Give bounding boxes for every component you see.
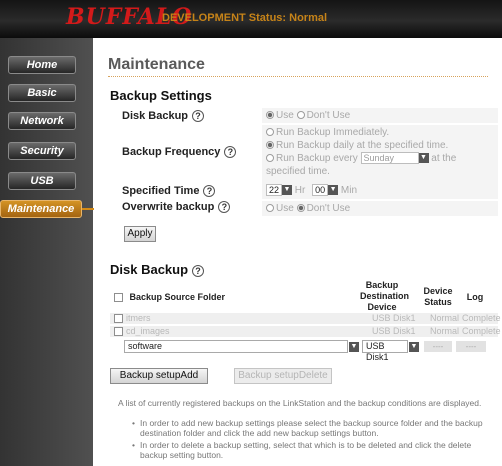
help-icon[interactable]: ? [192,265,205,277]
row-destination: USB Disk1 [372,313,416,323]
radio-run-immediately[interactable] [266,128,274,137]
table-row[interactable]: itmers USB Disk1 Normal Complete [110,313,501,324]
overwrite-backup-label-text: Overwrite backup [122,201,215,213]
sidebar-item-security[interactable]: Security [8,142,76,160]
help-icon[interactable]: ? [203,185,216,197]
col-header-source-text: Backup Source Folder [129,292,226,302]
radio-run-weekly[interactable] [266,154,274,163]
backup-frequency-options: Run Backup Immediately. Run Backup daily… [262,125,498,183]
backup-frequency-label: Backup Frequency? [122,146,237,158]
chevron-down-icon[interactable]: ▼ [349,342,359,352]
sidebar-item-basic[interactable]: Basic [8,84,76,102]
radio-label: Don't Use [306,110,351,121]
radio-label: Run Backup every [276,153,358,164]
col-header-log: Log [466,292,484,302]
radio-label: Use [276,203,294,214]
destination-device-select[interactable]: USB Disk1 [362,340,408,362]
add-instructions: In order to add new backup settings plea… [140,418,483,438]
help-icon[interactable]: ? [224,146,237,158]
device-status-text: DEVELOPMENT Status: Normal [162,12,328,24]
overwrite-backup-options: Use Don't Use [262,201,498,216]
overwrite-backup-label: Overwrite backup? [122,201,231,213]
row-status: Normal [430,326,460,336]
radio-label: Run Backup Immediately. [276,127,390,138]
radio-label-continued: specified time. [266,166,330,177]
radio-overwrite-use[interactable] [266,204,274,213]
row-log: Complete [462,313,501,323]
hour-unit: Hr [294,185,306,196]
radio-label: Run Backup daily at the specified time. [276,140,449,151]
col-header-source: Backup Source Folder [114,292,225,303]
chevron-down-icon[interactable]: ▼ [282,185,292,196]
bullet-icon: • [132,440,135,450]
title-divider [108,76,488,77]
hour-select[interactable]: 22 [266,184,282,197]
new-row-status: ---- [424,341,452,352]
specified-time-fields: 22 ▼ Hr 00 ▼ Min [262,183,498,199]
row-checkbox[interactable] [114,327,123,336]
active-nav-connector [82,208,94,210]
main-content: Maintenance Backup Settings Disk Backup?… [96,38,502,466]
chevron-down-icon[interactable]: ▼ [409,342,419,352]
row-destination: USB Disk1 [372,326,416,336]
radio-overwrite-dont-use[interactable] [296,204,305,213]
backup-setup-delete-button[interactable]: Backup setupDelete [234,368,332,384]
disk-backup-label: Disk Backup? [122,110,205,122]
disk-backup-heading-text: Disk Backup [110,262,189,277]
minute-select[interactable]: 00 [312,184,329,197]
row-status: Normal [430,313,460,323]
help-icon[interactable]: ? [192,110,205,122]
chevron-down-icon[interactable]: ▼ [418,153,429,164]
page-title: Maintenance [108,56,205,73]
radio-disk-backup-use[interactable] [266,111,274,120]
specified-time-label-text: Specified Time [122,185,200,197]
delete-instructions: In order to delete a backup setting, sel… [140,440,472,460]
sidebar-item-maintenance[interactable]: Maintenance [0,200,82,218]
radio-label: at the [431,153,457,164]
radio-disk-backup-dont-use[interactable] [296,111,305,120]
app-header: BUFFALO DEVELOPMENT Status: Normal [0,0,502,38]
backup-list-description: A list of currently registered backups o… [118,398,482,408]
col-header-destination: Backup Destination Device [360,280,410,312]
new-row-log: ---- [456,341,486,352]
radio-run-daily[interactable] [266,141,274,150]
sidebar-item-home[interactable]: Home [8,56,76,74]
radio-label: Don't Use [306,203,351,214]
disk-backup-options: Use Don't Use [262,108,498,123]
select-all-checkbox[interactable] [114,293,123,303]
table-row[interactable]: cd_images USB Disk1 Normal Complete [110,326,501,337]
disk-backup-heading: Disk Backup? [110,262,205,277]
help-icon[interactable]: ? [218,201,231,213]
row-log: Complete [462,326,501,336]
row-checkbox[interactable] [114,314,123,323]
bullet-icon: • [132,418,135,428]
specified-time-label: Specified Time? [122,185,216,197]
disk-backup-label-text: Disk Backup [122,110,189,122]
minute-unit: Min [340,185,358,196]
source-folder-select[interactable]: software [124,340,348,353]
row-source: itmers [126,313,151,323]
col-header-status: Device Status [423,286,453,307]
weekday-select[interactable]: Sunday [360,152,419,165]
apply-button[interactable]: Apply [124,226,156,242]
backup-settings-heading: Backup Settings [110,88,212,103]
sidebar-item-network[interactable]: Network [8,112,76,130]
radio-label: Use [276,110,294,121]
chevron-down-icon[interactable]: ▼ [328,185,339,196]
sidebar-nav: Home Basic Network Security USB Maintena… [0,38,93,466]
sidebar-item-usb[interactable]: USB [8,172,76,190]
backup-setup-add-button[interactable]: Backup setupAdd [110,368,208,384]
row-source: cd_images [126,326,170,336]
backup-frequency-label-text: Backup Frequency [122,146,221,158]
